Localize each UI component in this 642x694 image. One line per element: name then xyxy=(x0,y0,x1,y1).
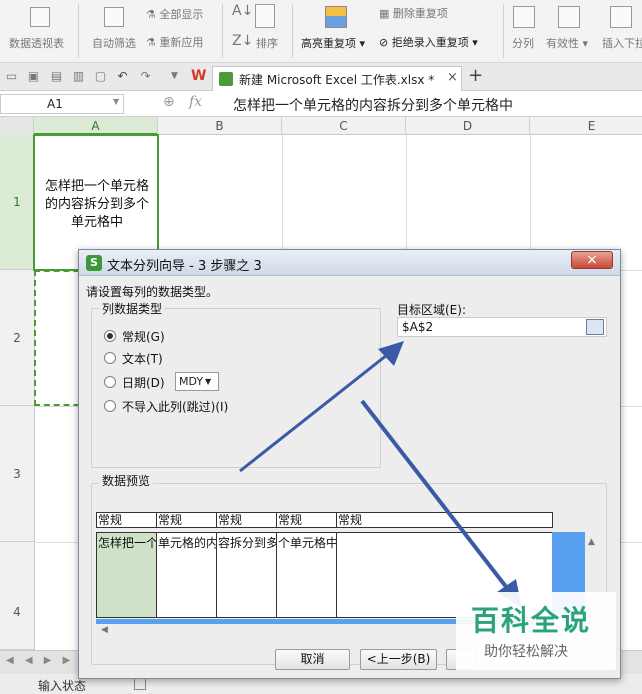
arrow-to-target-range xyxy=(239,341,404,473)
annotation-arrows xyxy=(239,341,522,608)
watermark: 百科全说 助你轻松解决 xyxy=(456,592,616,670)
arrow-to-preview-column xyxy=(360,399,522,608)
watermark-subtitle: 助你轻松解决 xyxy=(484,644,568,660)
watermark-title: 百科全说 xyxy=(471,604,592,637)
